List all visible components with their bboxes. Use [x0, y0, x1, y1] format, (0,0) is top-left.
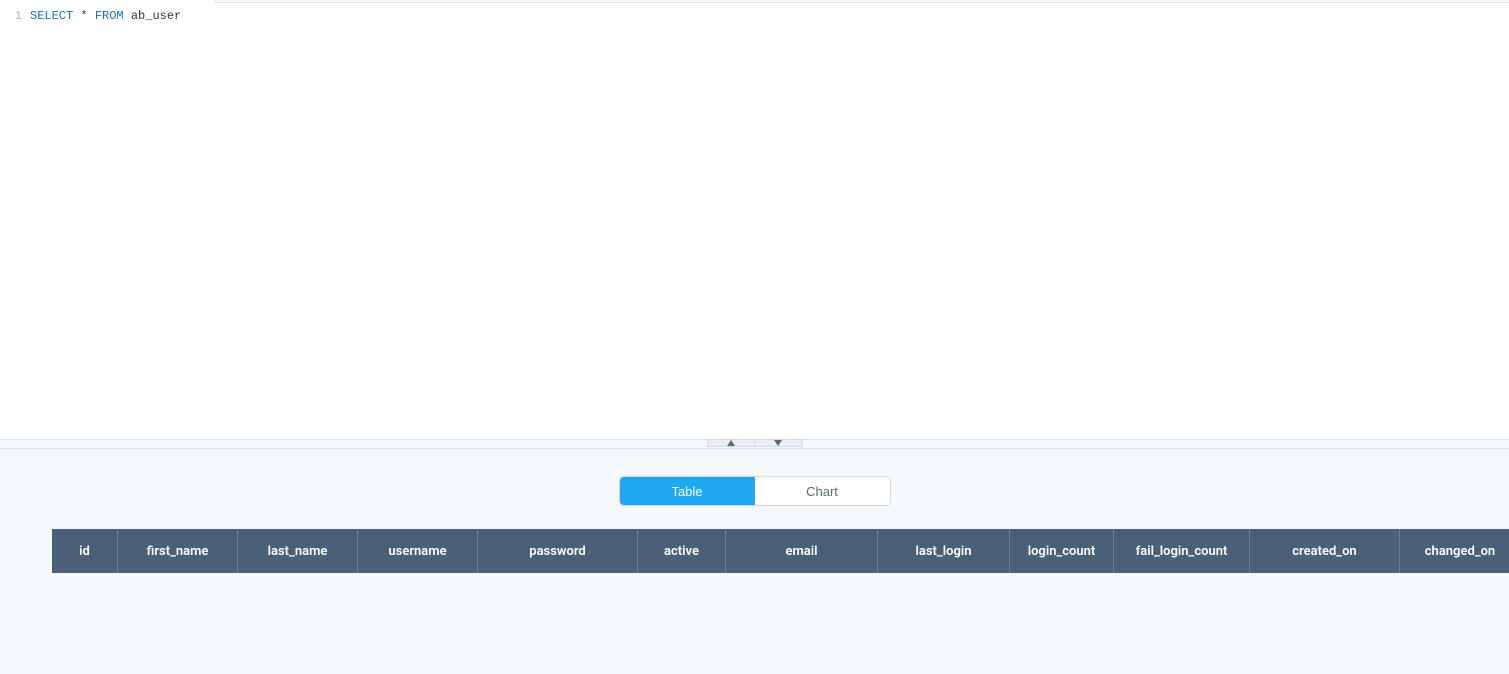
- identifier-table: ab_user: [131, 9, 181, 23]
- column-header-last-login[interactable]: last_login: [878, 529, 1010, 573]
- segmented-control: Table Chart: [620, 477, 890, 505]
- divider-handles: [707, 439, 803, 447]
- column-header-created-on[interactable]: created_on: [1250, 529, 1400, 573]
- column-header-changed-on[interactable]: changed_on: [1400, 529, 1509, 573]
- column-header-fail-login-count[interactable]: fail_login_count: [1114, 529, 1250, 573]
- operator-star: *: [80, 9, 87, 23]
- line-number: 1: [0, 3, 30, 25]
- results-table-header: id first_name last_name username passwor…: [52, 529, 1509, 573]
- tab-table[interactable]: Table: [620, 477, 755, 505]
- caret-up-icon: [727, 440, 735, 446]
- column-header-id[interactable]: id: [52, 529, 118, 573]
- keyword-select: SELECT: [30, 9, 73, 23]
- app-root: 1 SELECT * FROM ab_user Table Chart id f…: [0, 0, 1509, 674]
- column-header-email[interactable]: email: [726, 529, 878, 573]
- pane-divider[interactable]: [0, 439, 1509, 449]
- view-toggle: Table Chart: [0, 449, 1509, 529]
- column-header-last-name[interactable]: last_name: [238, 529, 358, 573]
- column-header-active[interactable]: active: [638, 529, 726, 573]
- column-header-username[interactable]: username: [358, 529, 478, 573]
- tab-chart[interactable]: Chart: [755, 477, 890, 505]
- editor-line: 1 SELECT * FROM ab_user: [0, 3, 1509, 25]
- caret-down-icon: [774, 440, 782, 446]
- results-panel: Table Chart id first_name last_name user…: [0, 449, 1509, 674]
- column-header-password[interactable]: password: [478, 529, 638, 573]
- column-header-login-count[interactable]: login_count: [1010, 529, 1114, 573]
- sql-code[interactable]: SELECT * FROM ab_user: [30, 3, 181, 25]
- collapse-down-button[interactable]: [755, 439, 803, 447]
- collapse-up-button[interactable]: [707, 439, 755, 447]
- results-table-wrap: id first_name last_name username passwor…: [0, 529, 1509, 573]
- sql-editor[interactable]: 1 SELECT * FROM ab_user: [0, 3, 1509, 439]
- column-header-first-name[interactable]: first_name: [118, 529, 238, 573]
- keyword-from: FROM: [95, 9, 124, 23]
